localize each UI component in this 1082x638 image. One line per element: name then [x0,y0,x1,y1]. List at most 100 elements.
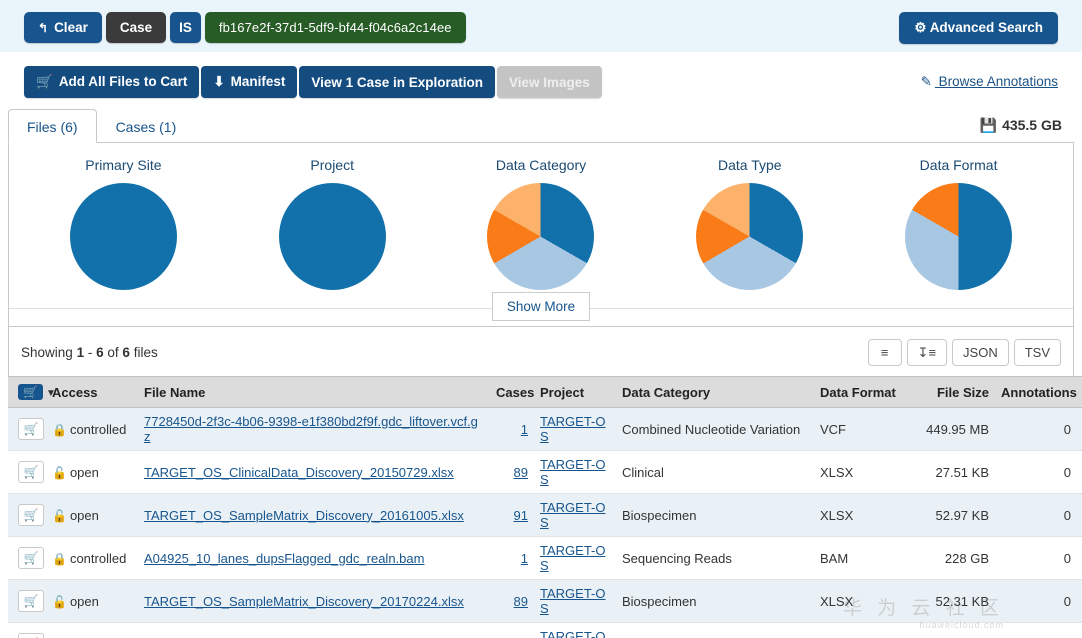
view-images-button: View Images [496,66,602,98]
cases-count-link[interactable]: 91 [514,508,528,523]
files-table: 🛒 ▼ Access File Name Cases Project Data C… [8,376,1082,638]
column-header-cases[interactable]: Cases [490,376,534,408]
lock-open-icon: 🔓 [52,508,67,523]
project-link[interactable]: TARGET-OS [540,500,605,530]
cases-count-link[interactable]: 1 [521,551,528,566]
row-annotations-cell: 0 [995,407,1082,451]
table-header-row: 🛒 ▼ Access File Name Cases Project Data C… [8,376,1082,408]
row-cart-cell: 🛒 [8,536,46,580]
row-file-size-cell: 52.97 KB [899,493,995,537]
pie-chart-project[interactable] [278,183,386,290]
project-link[interactable]: TARGET-OS [540,457,605,487]
download-icon: ⬇ [213,74,225,89]
tsv-export-button[interactable]: TSV [1013,339,1061,366]
row-project-cell: TARGET-OS [534,536,616,580]
table-row: 🛒 🔓 open TARGET_OS_ClinicalData_Discovery_2… [8,450,1082,494]
column-header-project[interactable]: Project [534,376,616,408]
json-export-button[interactable]: JSON [952,339,1009,366]
chart-data-format: Data Format [859,157,1057,290]
view-case-in-exploration-button[interactable]: View 1 Case in Exploration [299,66,495,98]
show-more-button[interactable]: Show More [491,292,591,321]
column-header-cart: 🛒 ▼ [8,376,56,408]
showing-from: 1 [76,345,85,360]
file-name-link[interactable]: TARGET_OS_SampleMatrix_Discovery_2016100… [144,508,464,523]
row-project-cell: TARGET-OS [534,450,616,494]
row-data-category-cell: Combined Nucleotide Variation [616,407,814,451]
add-all-files-to-cart-button[interactable]: 🛒 Add All Files to Cart [24,66,200,98]
row-cases-cell: 1 [490,407,534,451]
access-label: open [69,593,99,609]
add-to-cart-button[interactable]: 🛒 [18,547,44,569]
manifest-button[interactable]: ⬇ Manifest [201,66,298,98]
row-data-format-cell: VCF [814,407,899,451]
file-name-link[interactable]: TARGET_OS_SampleMatrix_Discovery_2017022… [144,594,464,609]
row-cart-cell: 🛒 [8,622,46,638]
results-tool-group: ≡ ↧≡ JSON TSV [867,339,1061,366]
add-to-cart-button[interactable]: 🛒 [18,504,44,526]
column-header-access[interactable]: Access [46,376,138,408]
chart-title: Primary Site [85,157,162,173]
file-name-link[interactable]: 7728450d-2f3c-4b06-9398-e1f380bd2f9f.gdc… [144,414,478,444]
table-row: 🛒 🔒 controlled 7728450d-2f3c-4b06-9398-e1f3… [8,407,1082,451]
row-cases-cell: 1 [490,622,534,638]
browse-annotations-link[interactable]: ✎ Browse Annotations [921,74,1058,90]
chart-title: Data Category [495,157,587,173]
active-filter-pills: ↰ Clear Case IS fb167e2f-37d1-5df9-bf44-f… [24,12,466,43]
action-toolbar: 🛒 Add All Files to Cart ⬇ Manifest View 1 … [0,52,1082,108]
filter-field-pill[interactable]: Case [105,12,167,43]
row-cases-cell: 89 [490,579,534,623]
showing-to: 6 [96,345,104,360]
tab-bar: Files (6) Cases (1) 💾 435.5 GB [8,108,1074,143]
row-data-format-cell: BAM [814,536,899,580]
project-link[interactable]: TARGET-OS [540,586,605,616]
cart-icon[interactable]: 🛒 [18,384,43,400]
access-label: open [69,507,99,523]
column-header-annotations[interactable]: Annotations [995,376,1082,408]
row-access-cell: 🔓 open [46,579,138,623]
column-header-file-size[interactable]: File Size [899,376,995,408]
files-table-head: 🛒 ▼ Access File Name Cases Project Data C… [8,376,1082,408]
add-to-cart-button[interactable]: 🛒 [18,418,44,440]
column-select-button[interactable]: ≡ [867,339,902,366]
results-header: Showing 1 - 6 of 6 files ≡ ↧≡ JSON TSV [8,327,1074,376]
add-to-cart-button[interactable]: 🛒 [18,590,44,612]
filter-bar: ↰ Clear Case IS fb167e2f-37d1-5df9-bf44-f… [0,0,1082,52]
pie-chart-data-category[interactable] [487,183,595,290]
project-link[interactable]: TARGET-OS [540,629,605,638]
row-data-category-cell: Biospecimen [616,579,814,623]
sort-button[interactable]: ↧≡ [906,339,948,366]
cases-count-link[interactable]: 89 [514,465,528,480]
cases-count-link[interactable]: 1 [521,422,528,437]
project-link[interactable]: TARGET-OS [540,543,605,573]
action-button-group: 🛒 Add All Files to Cart ⬇ Manifest View 1 … [24,66,602,98]
lock-open-icon: 🔓 [52,465,67,480]
project-link[interactable]: TARGET-OS [540,414,605,444]
pie-chart-data-format[interactable] [905,183,1013,290]
add-to-cart-button[interactable]: 🛒 [18,461,44,483]
row-file-size-cell: 52.31 KB [899,579,995,623]
pie-chart-primary-site[interactable] [69,183,177,290]
pie-chart-data-type[interactable] [696,183,804,290]
row-data-category-cell: Biospecimen [616,493,814,537]
chart-title: Data Format [919,157,998,173]
file-name-link[interactable]: A04925_10_lanes_dupsFlagged_gdc_realn.ba… [144,551,424,566]
advanced-search-button[interactable]: ⚙ Advanced Search [899,12,1058,44]
add-to-cart-button[interactable]: 🛒 [18,633,44,638]
cases-count-link[interactable]: 89 [514,594,528,609]
tab-files[interactable]: Files (6) [8,109,97,143]
showing-prefix: Showing [21,345,73,360]
lock-closed-icon: 🔒 [52,551,67,566]
filter-operator-pill[interactable]: IS [170,12,201,43]
row-access-cell: 🔒controlled [46,622,138,638]
clear-filters-button[interactable]: ↰ Clear [24,12,102,43]
file-name-link[interactable]: TARGET_OS_ClinicalData_Discovery_2015072… [144,465,454,480]
clear-label: Clear [54,20,88,35]
tab-cases[interactable]: Cases (1) [97,109,196,143]
results-panel: Files (6) Cases (1) 💾 435.5 GB Primary Si… [8,108,1082,638]
column-header-data-category[interactable]: Data Category [616,376,814,408]
column-header-file-name[interactable]: File Name [138,376,490,408]
row-annotations-cell: 0 [995,450,1082,494]
column-header-data-format[interactable]: Data Format [814,376,899,408]
access-label: controlled [69,550,127,566]
filter-value-pill[interactable]: fb167e2f-37d1-5df9-bf44-f04c6a2c14ee [204,12,466,43]
